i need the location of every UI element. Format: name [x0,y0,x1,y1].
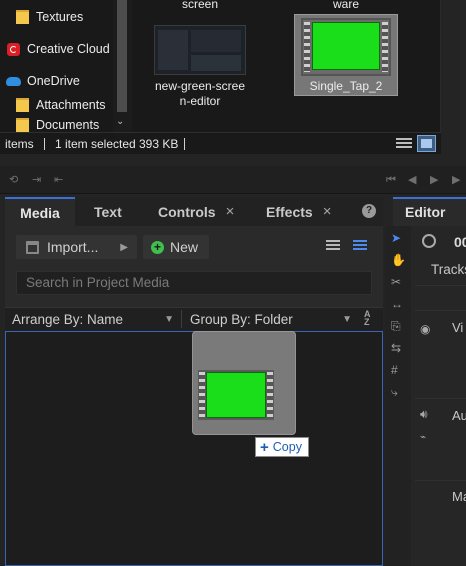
nav-item-label: Attachments [36,98,106,112]
skip-to-start-icon[interactable]: ⏮ [386,174,396,186]
nav-item-label: OneDrive [27,74,80,88]
copy-label: Copy [272,440,302,454]
tab-label: Text [94,203,122,220]
close-icon[interactable]: × [323,203,332,220]
help-icon[interactable]: ? [362,204,376,218]
plus-icon: + [260,438,269,456]
creative-cloud-icon [7,42,20,56]
editor-panel [411,226,466,566]
razor-tool-icon[interactable]: ✂ [391,276,401,289]
timecode: 00 [454,234,466,250]
tab-label: Media [20,204,60,221]
nav-scrollbar-thumb[interactable] [117,0,127,112]
tab-media[interactable]: Media [5,197,75,226]
chevron-right-icon: ▶ [120,241,128,253]
nav-item-label: Textures [36,10,84,24]
step-forward-icon[interactable]: ▶ [452,174,460,186]
file-label-single-tap-2[interactable]: Single_Tap_2 [294,79,398,94]
close-icon[interactable]: × [226,203,235,220]
track-divider [415,398,466,399]
video-file-icon [301,18,391,76]
lift-tool-icon[interactable]: ⎘ [391,320,401,333]
loop-icon[interactable]: ⟲ [9,174,18,186]
track-divider [415,310,466,311]
track-divider [415,480,466,481]
folder-icon [16,10,29,24]
step-back-icon[interactable]: ◀ [408,174,416,186]
sort-az-icon[interactable]: AZ [364,310,371,327]
green-screen-frame [312,22,380,70]
status-divider [44,138,45,150]
chevron-down-icon: ▼ [342,313,352,325]
green-screen-frame [206,372,266,418]
arrange-by-dropdown[interactable]: Arrange By: Name ▼ [12,307,178,331]
file-label-new-green-screen-editor[interactable]: new-green-scree n-editor [148,79,252,109]
group-by-dropdown[interactable]: Group By: Folder ▼ [190,307,352,331]
status-size: 393 KB [139,137,179,151]
scroll-down-icon[interactable]: ⌄ [116,116,124,127]
nav-item-documents[interactable]: Documents [16,118,99,132]
search-input[interactable]: Search in Project Media [16,271,372,295]
add-icon: + [151,240,164,254]
tab-label: Effects [266,203,313,220]
tab-text[interactable]: Text [94,197,122,226]
new-label: New [170,239,199,255]
link-tool-icon[interactable]: ⤷ [391,386,398,399]
details-view-icon[interactable] [353,240,367,252]
nav-item-creative-cloud[interactable]: Creative Cloud F [7,38,121,60]
large-icons-view-icon[interactable] [417,135,436,152]
list-view-icon[interactable] [326,240,340,252]
status-bar: items 1 item selected 393 KB [0,132,441,154]
folder-icon [16,98,29,112]
snapshot-icon[interactable]: ⇤ [54,174,63,186]
details-view-icon[interactable] [396,136,412,151]
hand-tool-icon[interactable]: ✋ [391,254,406,267]
file-label-screen[interactable]: screen [160,0,240,12]
export-frame-icon[interactable]: ⇥ [32,174,41,186]
tracks-label: Tracks [431,262,466,277]
arrange-by-label: Arrange By: Name [12,311,124,327]
import-label: Import... [47,239,99,255]
nav-item-label: Creative Cloud F [27,42,121,56]
video-track-label: Vi [452,320,464,335]
nav-item-textures[interactable]: Textures [16,6,83,28]
nav-item-attachments[interactable]: Attachments [16,94,105,116]
tab-editor[interactable]: Editor [393,197,466,226]
file-label-ware[interactable]: ware [306,0,386,12]
chevron-down-icon: ▼ [164,313,174,325]
video-file-icon [198,370,274,420]
play-icon[interactable]: ▶ [430,174,438,186]
onedrive-icon [6,76,21,86]
select-tool-icon[interactable]: ➤ [391,232,401,245]
master-track-label: Ma [452,489,466,504]
player-transport-bar: ⟲ ⇥ ⇤ ⏮ ◀ ▶ ▶ [0,166,466,194]
import-button[interactable]: Import... ▶ [16,235,137,259]
speaker-icon[interactable]: 🔊︎ [420,407,428,422]
folder-icon [16,118,29,132]
nav-item-label: Documents [36,118,100,132]
file-explorer-window: Textures Creative Cloud F OneDrive Attac… [0,0,441,154]
slip-tool-icon[interactable]: ↔ [391,298,403,311]
tab-controls[interactable]: Controls × [158,197,234,226]
sort-divider [181,310,182,328]
eye-icon[interactable]: ◉ [420,322,430,336]
new-button[interactable]: + New [143,235,209,259]
status-selection: 1 item selected [55,137,136,151]
waveform-icon[interactable]: ⌁ [420,432,426,443]
tab-effects[interactable]: Effects × [266,197,331,226]
clock-icon [422,234,436,248]
editor-screenshot-thumbnail[interactable] [154,25,246,75]
status-divider [184,138,185,150]
roll-tool-icon[interactable]: # [391,364,398,377]
tab-label: Controls [158,203,216,220]
drag-copy-tooltip: + Copy [255,437,309,457]
import-icon [26,240,39,254]
nav-item-onedrive[interactable]: OneDrive [6,70,80,92]
audio-track-label: Au [452,408,466,423]
track-divider [415,285,466,286]
slide-tool-icon[interactable]: ⇆ [391,342,401,355]
status-item-count: items [5,137,34,151]
group-by-label: Group By: Folder [190,311,293,327]
